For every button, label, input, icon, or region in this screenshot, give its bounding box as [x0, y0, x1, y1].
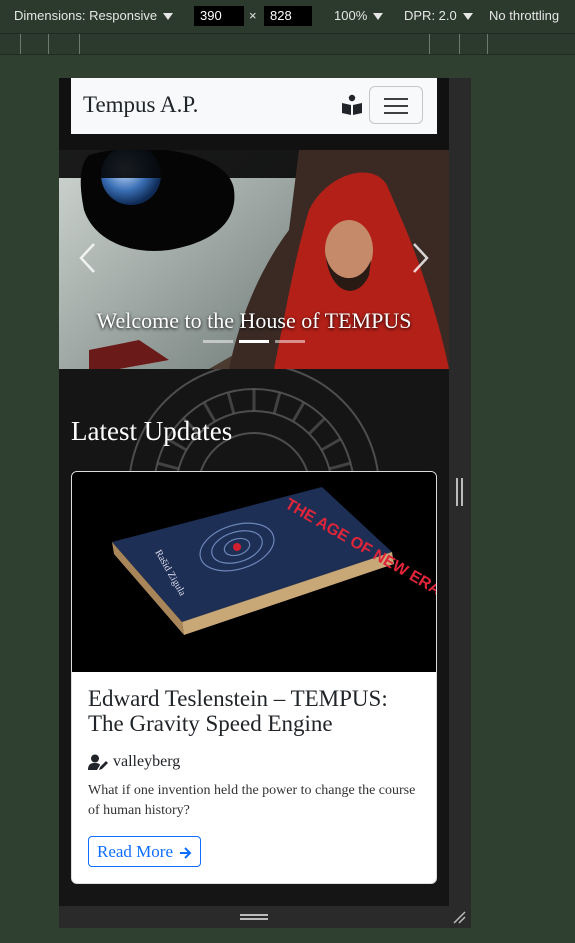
post-excerpt: What if one invention held the power to …	[88, 783, 416, 818]
media-query-bar[interactable]	[0, 34, 575, 55]
chevron-down-icon	[163, 13, 174, 21]
hamburger-icon	[384, 105, 408, 107]
resize-handle-right[interactable]	[449, 78, 471, 928]
carousel-indicator-2[interactable]	[239, 340, 269, 343]
ruler-tick	[429, 34, 430, 54]
post-card: THE AGE OF NEW ERA Rašid Zigula Edward T…	[71, 471, 437, 884]
carousel-slide-image	[59, 150, 449, 369]
hamburger-icon	[384, 98, 408, 100]
dimensions-label: Dimensions: Responsive	[14, 8, 158, 23]
dimensions-dropdown[interactable]: Dimensions: Responsive	[14, 8, 174, 23]
book-reader-icon[interactable]	[341, 94, 363, 116]
page-viewport: Tempus A.P. Welcome to the House of TEMP…	[59, 78, 449, 906]
brand-link[interactable]: Tempus A.P.	[83, 92, 198, 118]
zoom-dropdown[interactable]: 100%	[334, 8, 384, 23]
dpr-label: DPR: 2.0	[404, 8, 457, 23]
carousel-prev-chevron-left-icon[interactable]	[78, 242, 98, 274]
author-name: valleyberg	[113, 753, 181, 770]
section-title: Latest Updates	[71, 416, 233, 446]
resize-handle-bottom[interactable]	[240, 914, 268, 920]
width-input[interactable]: 390	[194, 6, 244, 26]
devtools-toolbar: Dimensions: Responsive 390 × 828 100% DP…	[0, 0, 575, 34]
ruler-tick	[487, 34, 488, 54]
carousel-next-chevron-right-icon[interactable]	[410, 242, 430, 274]
zoom-label: 100%	[334, 8, 368, 23]
hamburger-icon	[384, 112, 408, 114]
ruler-tick	[459, 34, 460, 54]
carousel-caption: Welcome to the House of TEMPUS	[96, 308, 412, 333]
carousel-indicator-3[interactable]	[275, 340, 305, 343]
chevron-down-icon	[462, 13, 473, 21]
carousel-indicators	[203, 340, 305, 344]
times-sign: ×	[249, 8, 257, 23]
grip-icon	[456, 478, 463, 506]
throttling-dropdown[interactable]: No throttling	[489, 8, 559, 23]
post-image[interactable]: THE AGE OF NEW ERA Rašid Zigula	[72, 472, 437, 672]
height-input[interactable]: 828	[264, 6, 312, 26]
ruler-tick	[48, 34, 49, 54]
post-title[interactable]: Edward Teslenstein – TEMPUS: The Gravity…	[88, 686, 418, 736]
user-edit-icon	[88, 754, 108, 770]
dpr-dropdown[interactable]: DPR: 2.0	[404, 8, 473, 23]
resize-corner-icon[interactable]	[452, 910, 466, 924]
ruler-tick	[79, 34, 80, 54]
navbar-toggler-button[interactable]	[369, 86, 423, 124]
throttling-label: No throttling	[489, 8, 560, 23]
ruler-tick	[20, 34, 21, 54]
chevron-down-icon	[373, 13, 384, 21]
read-more-label: Read More	[97, 842, 174, 861]
hero-carousel: Welcome to the House of TEMPUS	[59, 150, 449, 369]
navbar: Tempus A.P.	[71, 78, 437, 134]
carousel-indicator-1[interactable]	[203, 340, 233, 343]
arrow-right-icon	[180, 847, 192, 859]
read-more-button[interactable]: Read More	[88, 836, 202, 867]
